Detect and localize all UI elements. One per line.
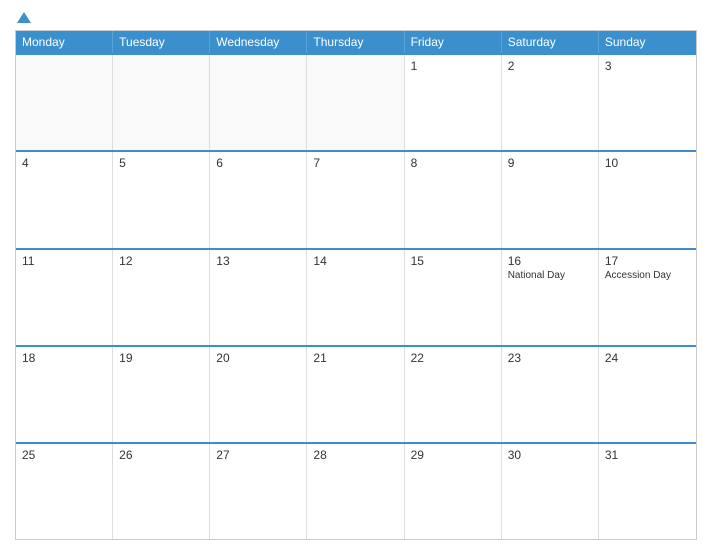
date-number: 3 (605, 59, 690, 73)
date-number: 12 (119, 254, 203, 268)
weeks-container: 12345678910111213141516National Day17Acc… (16, 53, 696, 539)
date-number: 5 (119, 156, 203, 170)
calendar-cell: 10 (599, 152, 696, 247)
date-number: 9 (508, 156, 592, 170)
calendar-cell: 28 (307, 444, 404, 539)
date-number: 24 (605, 351, 690, 365)
calendar-cell: 14 (307, 250, 404, 345)
calendar-cell: 16 National Day (502, 250, 599, 345)
calendar-cell: 22 (405, 347, 502, 442)
logo (15, 10, 31, 24)
date-number: 6 (216, 156, 300, 170)
date-number: 4 (22, 156, 106, 170)
date-number: 30 (508, 448, 592, 462)
calendar-cell: 26 (113, 444, 210, 539)
calendar-cell: 9 (502, 152, 599, 247)
calendar-cell: 8 (405, 152, 502, 247)
date-number: 13 (216, 254, 300, 268)
calendar-cell: 5 (113, 152, 210, 247)
calendar-cell (16, 55, 113, 150)
week-row-1: 123 (16, 53, 696, 150)
date-number: 19 (119, 351, 203, 365)
days-header: MondayTuesdayWednesdayThursdayFridaySatu… (16, 31, 696, 53)
calendar-cell: 7 (307, 152, 404, 247)
date-number: 16 (508, 254, 592, 268)
date-number: 18 (22, 351, 106, 365)
date-number: 22 (411, 351, 495, 365)
calendar-cell: 24 (599, 347, 696, 442)
calendar-cell: 18 (16, 347, 113, 442)
date-number: 28 (313, 448, 397, 462)
date-number: 25 (22, 448, 106, 462)
day-header-sunday: Sunday (599, 31, 696, 53)
date-number: 1 (411, 59, 495, 73)
calendar-cell (210, 55, 307, 150)
calendar-cell: 6 (210, 152, 307, 247)
calendar-cell: 15 (405, 250, 502, 345)
calendar-cell: 21 (307, 347, 404, 442)
calendar-page: MondayTuesdayWednesdayThursdayFridaySatu… (0, 0, 712, 550)
calendar-cell: 17 Accession Day (599, 250, 696, 345)
calendar-cell: 25 (16, 444, 113, 539)
date-number: 26 (119, 448, 203, 462)
date-number: 7 (313, 156, 397, 170)
day-header-thursday: Thursday (307, 31, 404, 53)
week-row-5: 25 26 27 28 29 30 31 (16, 442, 696, 539)
date-number: 21 (313, 351, 397, 365)
calendar-cell: 30 (502, 444, 599, 539)
date-number: 20 (216, 351, 300, 365)
day-header-saturday: Saturday (502, 31, 599, 53)
week-row-2: 456789 10 (16, 150, 696, 247)
date-number: 27 (216, 448, 300, 462)
calendar-cell: 3 (599, 55, 696, 150)
date-number: 10 (605, 156, 690, 170)
calendar-cell: 19 (113, 347, 210, 442)
calendar-cell: 13 (210, 250, 307, 345)
calendar-cell: 31 (599, 444, 696, 539)
calendar-cell: 23 (502, 347, 599, 442)
date-number: 15 (411, 254, 495, 268)
date-number: 2 (508, 59, 592, 73)
date-number: 11 (22, 254, 106, 268)
calendar-cell: 20 (210, 347, 307, 442)
event-label: Accession Day (605, 270, 690, 282)
day-header-friday: Friday (405, 31, 502, 53)
date-number: 17 (605, 254, 690, 268)
calendar-cell (113, 55, 210, 150)
event-label: National Day (508, 270, 592, 282)
week-row-3: 11 12 13 14 15 16 National Day 17 Accession Day (16, 248, 696, 345)
date-number: 29 (411, 448, 495, 462)
calendar-cell: 29 (405, 444, 502, 539)
day-header-wednesday: Wednesday (210, 31, 307, 53)
calendar-cell (307, 55, 404, 150)
calendar-cell: 27 (210, 444, 307, 539)
day-header-tuesday: Tuesday (113, 31, 210, 53)
calendar-cell: 1 (405, 55, 502, 150)
calendar-grid: MondayTuesdayWednesdayThursdayFridaySatu… (15, 30, 697, 540)
date-number: 8 (411, 156, 495, 170)
calendar-cell: 11 (16, 250, 113, 345)
calendar-cell: 2 (502, 55, 599, 150)
header (15, 10, 697, 24)
logo-triangle-icon (17, 12, 31, 23)
day-header-monday: Monday (16, 31, 113, 53)
calendar-cell: 4 (16, 152, 113, 247)
calendar-cell: 12 (113, 250, 210, 345)
week-row-4: 18 19 20 21 22 23 24 (16, 345, 696, 442)
logo-text (15, 10, 31, 24)
date-number: 23 (508, 351, 592, 365)
date-number: 31 (605, 448, 690, 462)
date-number: 14 (313, 254, 397, 268)
